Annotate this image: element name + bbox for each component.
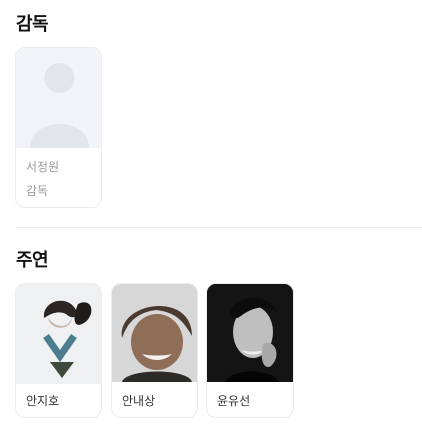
cast-card[interactable]: 윤유선 <box>206 283 294 418</box>
section-divider <box>16 227 422 228</box>
actor-photo <box>207 284 293 382</box>
section-title-director: 감독 <box>16 14 49 35</box>
director-role: 감독 <box>26 184 49 198</box>
actor-name: 안지호 <box>26 394 60 408</box>
actor-photo <box>16 284 101 384</box>
actor-name: 윤유선 <box>217 394 251 408</box>
cast-card[interactable]: 안내상 <box>111 283 198 418</box>
actor-name: 안내상 <box>122 394 156 408</box>
actor-photo <box>112 284 197 382</box>
director-name: 서정원 <box>26 160 60 174</box>
avatar-placeholder-icon <box>16 48 101 148</box>
section-title-cast: 주연 <box>16 250 49 271</box>
cast-card[interactable]: 안지호 <box>15 283 102 418</box>
director-card[interactable]: 서정원 감독 <box>15 47 102 208</box>
